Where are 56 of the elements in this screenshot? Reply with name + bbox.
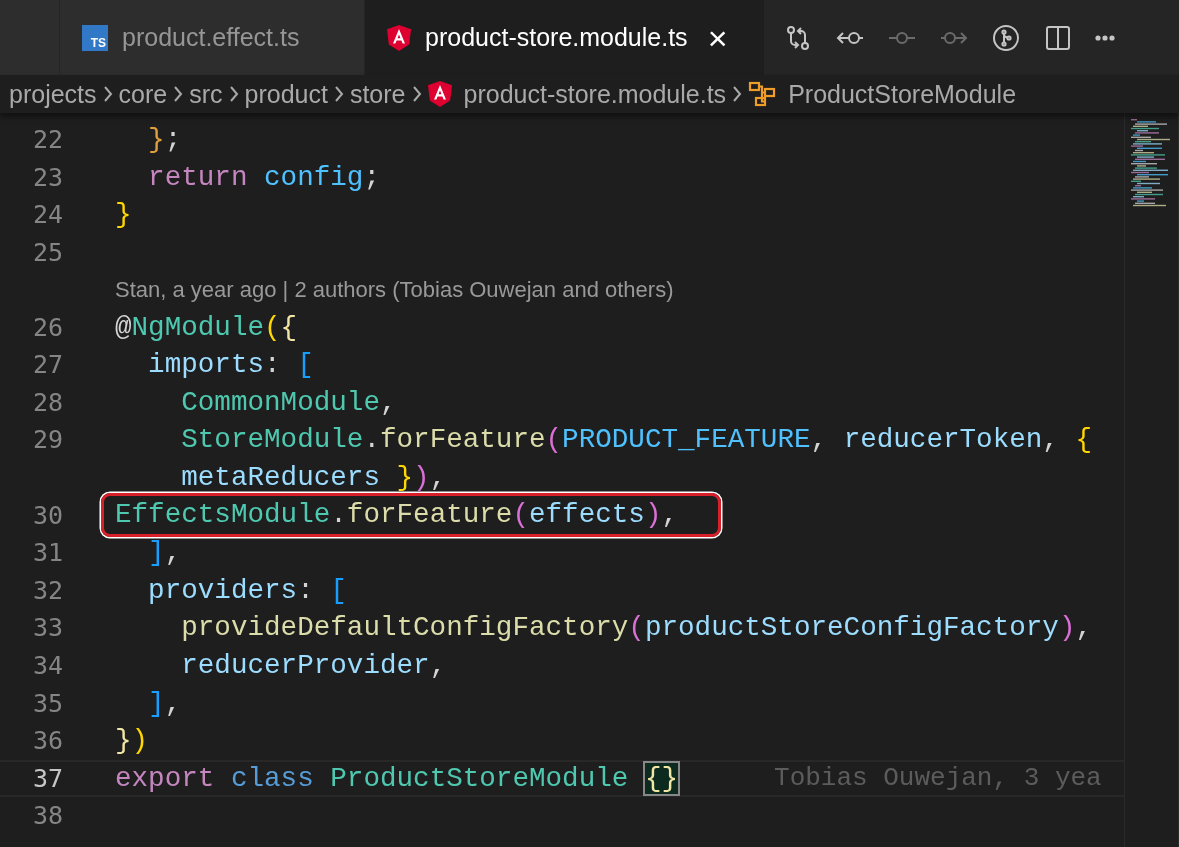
angular-icon: [427, 81, 452, 107]
code-line: }: [115, 199, 132, 231]
editor-tab[interactable]: product-store.module.ts ×: [365, 0, 765, 75]
line-number: 30: [31, 500, 63, 530]
chevron-right-icon: [333, 86, 344, 102]
line-number: 37: [31, 763, 63, 793]
code-line: imports: [: [147, 349, 314, 381]
line-number: 33: [31, 613, 63, 643]
line-number: 35: [31, 688, 63, 718]
breadcrumb-item[interactable]: product-store.module.ts: [463, 79, 727, 109]
code-line: providers: [: [147, 574, 347, 606]
close-icon[interactable]: ×: [707, 20, 728, 55]
typescript-icon: TS: [82, 24, 108, 51]
code-line: @NgModule({: [115, 311, 298, 343]
line-number: 29: [31, 425, 63, 455]
code-line: export class ProductStoreModule {}: [115, 762, 679, 794]
breadcrumb-item[interactable]: store: [349, 79, 406, 109]
codelens-annotation[interactable]: Stan, a year ago | 2 authors (Tobias Ouwejan and others): [115, 276, 674, 303]
breadcrumb-item[interactable]: product: [244, 79, 328, 109]
chevron-right-icon: [173, 86, 184, 102]
code-line: };: [147, 124, 182, 156]
code-line: provideDefaultConfigFactory(productStoreConfigFactory),: [180, 612, 1092, 644]
editor-tab[interactable]: TS product.effect.ts: [60, 0, 365, 75]
code-line: ],: [147, 687, 182, 719]
code-line: }): [115, 725, 149, 757]
line-number: 26: [31, 312, 63, 342]
line-number: 38: [31, 801, 63, 831]
line-number: 22: [31, 125, 63, 155]
code-line: metaReducers }),: [180, 462, 447, 494]
chevron-right-icon: [411, 86, 422, 102]
git-branch-icon[interactable]: [991, 22, 1021, 53]
line-number: 31: [31, 538, 63, 568]
symbol-icon: [748, 81, 777, 107]
line-number: 28: [31, 387, 63, 417]
code-line: return config;: [147, 161, 380, 193]
code-line: EffectsModule.forFeature(effects),: [115, 499, 679, 531]
angular-icon: [387, 24, 411, 51]
code-line: CommonModule,: [180, 386, 397, 418]
line-number: 24: [31, 200, 63, 230]
line-number: 34: [31, 651, 63, 680]
line-number: 32: [31, 575, 63, 605]
line-number: 27: [31, 350, 63, 380]
breadcrumb-item[interactable]: projects: [9, 79, 97, 109]
line-number: 23: [31, 162, 63, 192]
breadcrumb-item[interactable]: ProductStoreModule: [788, 79, 1017, 109]
code-line: reducerProvider,: [180, 650, 447, 681]
line-number: 36: [31, 726, 63, 756]
code-line: ],: [147, 537, 182, 569]
breadcrumb-item[interactable]: core: [118, 79, 168, 109]
breadcrumb-item[interactable]: src: [189, 79, 223, 109]
chevron-right-icon: [102, 86, 113, 102]
blame-annotation: Tobias Ouwejan, 3 yea: [774, 763, 1102, 794]
chevron-right-icon: [228, 86, 239, 102]
code-line: StoreModule.forFeature(PRODUCT_FEATURE, reducerToken, {: [180, 424, 1093, 456]
chevron-right-icon: [732, 86, 743, 102]
line-number: 25: [31, 238, 63, 268]
